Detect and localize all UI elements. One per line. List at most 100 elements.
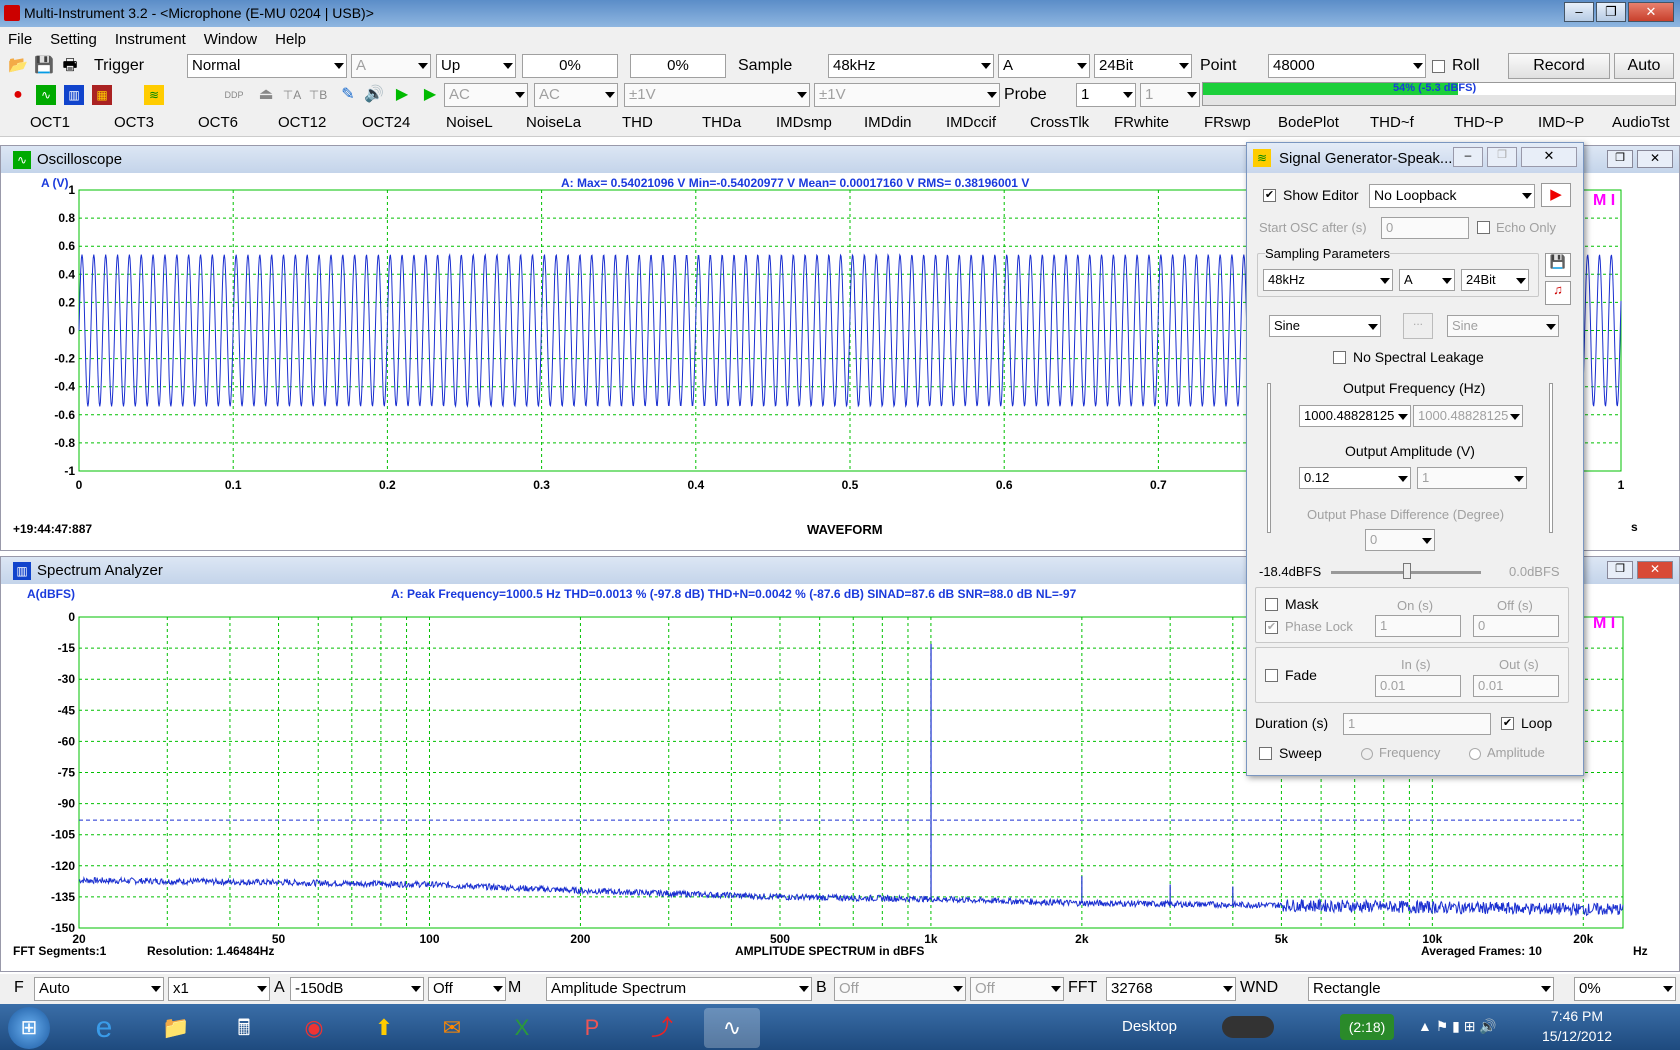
play-step-icon[interactable]: ▶: [420, 85, 440, 105]
speaker-icon[interactable]: 🔊: [364, 85, 384, 105]
tab-crosstlk[interactable]: CrossTlk: [1030, 114, 1089, 131]
record-button[interactable]: Record: [1508, 53, 1610, 79]
tab-thda[interactable]: THDa: [702, 114, 741, 131]
tab-oct6[interactable]: OCT6: [198, 114, 238, 131]
show-editor-checkbox[interactable]: ✔: [1263, 189, 1276, 202]
start-osc-input[interactable]: 0: [1381, 217, 1469, 239]
f-select[interactable]: Auto: [34, 977, 164, 1001]
fade-in-input[interactable]: 0.01: [1375, 675, 1461, 697]
siggen-channel-select[interactable]: A: [1399, 269, 1455, 291]
tab-oct3[interactable]: OCT3: [114, 114, 154, 131]
zoom-select[interactable]: x1: [168, 977, 270, 1001]
restore-button[interactable]: ❐: [1596, 2, 1626, 22]
siggen-save-icon[interactable]: 💾: [1545, 253, 1571, 277]
range-b-select[interactable]: ±1V: [814, 83, 1000, 107]
menu-instrument[interactable]: Instrument: [115, 31, 186, 48]
sweep-amplitude-radio[interactable]: [1469, 748, 1481, 760]
trigger-edge-select[interactable]: Up: [436, 54, 516, 78]
trigger-level-spinner[interactable]: 0%: [522, 54, 618, 78]
level-slider-thumb[interactable]: [1403, 563, 1411, 579]
roll-checkbox[interactable]: [1432, 60, 1445, 73]
tab-thd-p[interactable]: THD~P: [1454, 114, 1504, 131]
desktop-toolbar-label[interactable]: Desktop: [1122, 1018, 1177, 1035]
amplitude-b-input[interactable]: 1: [1417, 467, 1527, 489]
window-select[interactable]: Rectangle: [1308, 977, 1554, 1001]
frequency-b-input[interactable]: 1000.48828125: [1413, 405, 1523, 427]
siggen-maximize-button[interactable]: ❐: [1487, 147, 1517, 167]
b-off-select[interactable]: Off: [970, 977, 1064, 1001]
powerpoint-icon[interactable]: P: [564, 1008, 620, 1048]
sweep-frequency-radio[interactable]: [1361, 748, 1373, 760]
no-leakage-checkbox[interactable]: [1333, 351, 1346, 364]
a-off-select[interactable]: Off: [428, 977, 506, 1001]
overlap-select[interactable]: 0%: [1574, 977, 1676, 1001]
multi-instrument-taskbar-icon[interactable]: ∿: [704, 1008, 760, 1048]
tab-imdsmp[interactable]: IMDsmp: [776, 114, 832, 131]
tab-oct12[interactable]: OCT12: [278, 114, 326, 131]
start-button[interactable]: ⊞: [8, 1007, 50, 1049]
save-icon[interactable]: 💾: [34, 56, 54, 76]
excel-icon[interactable]: X: [494, 1008, 550, 1048]
tb-icon[interactable]: ⊤B: [308, 85, 328, 105]
menu-file[interactable]: File: [8, 31, 32, 48]
echo-only-checkbox[interactable]: [1477, 221, 1490, 234]
waveform-b-select[interactable]: Sine: [1447, 315, 1559, 337]
tab-noisel[interactable]: NoiseL: [446, 114, 493, 131]
fade-out-input[interactable]: 0.01: [1473, 675, 1559, 697]
tab-frswp[interactable]: FRswp: [1204, 114, 1251, 131]
outlook-icon[interactable]: ✉: [424, 1008, 480, 1048]
print-icon[interactable]: 🖶: [60, 56, 80, 76]
tab-oct1[interactable]: OCT1: [30, 114, 70, 131]
tab-audiotst[interactable]: AudioTst: [1612, 114, 1670, 131]
probe-b-select[interactable]: 1: [1140, 83, 1200, 107]
coupling-a-select[interactable]: AC: [444, 83, 528, 107]
tab-oct24[interactable]: OCT24: [362, 114, 410, 131]
frequency-a-input[interactable]: 1000.48828125: [1299, 405, 1411, 427]
tab-imddin[interactable]: IMDdin: [864, 114, 912, 131]
calibrate-icon[interactable]: ✎: [338, 85, 358, 105]
tab-noisela[interactable]: NoiseLa: [526, 114, 581, 131]
sample-rate-select[interactable]: 48kHz: [828, 54, 994, 78]
tab-frwhite[interactable]: FRwhite: [1114, 114, 1169, 131]
play-icon[interactable]: ▶: [392, 85, 412, 105]
waveform-a-select[interactable]: Sine: [1269, 315, 1381, 337]
menu-window[interactable]: Window: [204, 31, 257, 48]
loop-checkbox[interactable]: ✔: [1501, 717, 1514, 730]
siggen-load-icon[interactable]: ♫: [1545, 281, 1571, 305]
battery-indicator[interactable]: (2:18): [1340, 1014, 1394, 1040]
trigger-mode-select[interactable]: Normal: [187, 54, 347, 78]
coupling-b-select[interactable]: AC: [534, 83, 618, 107]
pdf-reader-icon[interactable]: ⤴: [634, 1008, 690, 1048]
minimize-button[interactable]: –: [1564, 2, 1594, 22]
siggen-bits-select[interactable]: 24Bit: [1461, 269, 1529, 291]
phase-input[interactable]: 0: [1365, 529, 1435, 551]
phase-lock-checkbox[interactable]: ✔: [1265, 621, 1278, 634]
tray-device-icon[interactable]: [1222, 1016, 1274, 1038]
tray-icons[interactable]: ▲ ⚑ ▮ ⊞ 🔊: [1418, 1018, 1497, 1035]
fade-checkbox[interactable]: [1265, 669, 1278, 682]
mask-checkbox[interactable]: [1265, 598, 1278, 611]
menu-setting[interactable]: Setting: [50, 31, 97, 48]
signal-generator-icon[interactable]: ≋: [144, 85, 164, 105]
trigger-channel-select[interactable]: A: [351, 54, 431, 78]
app-yellow-icon[interactable]: ⬆: [356, 1008, 412, 1048]
amplitude-slider-b-track[interactable]: [1549, 383, 1553, 533]
amplitude-slider-a-track[interactable]: [1267, 383, 1271, 533]
mask-off-input[interactable]: 0: [1473, 615, 1559, 637]
calculator-icon[interactable]: 🖩: [216, 1008, 272, 1048]
record-dot-icon[interactable]: ●: [8, 85, 28, 105]
loopback-select[interactable]: No Loopback: [1369, 184, 1535, 208]
b-select[interactable]: Off: [834, 977, 966, 1001]
siggen-close-button[interactable]: ✕: [1521, 147, 1577, 167]
app-red-icon[interactable]: ◉: [286, 1008, 342, 1048]
probe-icon[interactable]: ⏏: [256, 85, 276, 105]
internet-explorer-icon[interactable]: e: [76, 1008, 132, 1048]
spectrum-icon[interactable]: ▥: [64, 85, 84, 105]
tab-imd-p[interactable]: IMD~P: [1538, 114, 1584, 131]
bit-depth-select[interactable]: 24Bit: [1094, 54, 1192, 78]
tab-thd-f[interactable]: THD~f: [1370, 114, 1414, 131]
menu-help[interactable]: Help: [275, 31, 306, 48]
duration-input[interactable]: 1: [1343, 713, 1491, 735]
point-select[interactable]: 48000: [1268, 54, 1426, 78]
file-explorer-icon[interactable]: 📁: [148, 1008, 204, 1048]
